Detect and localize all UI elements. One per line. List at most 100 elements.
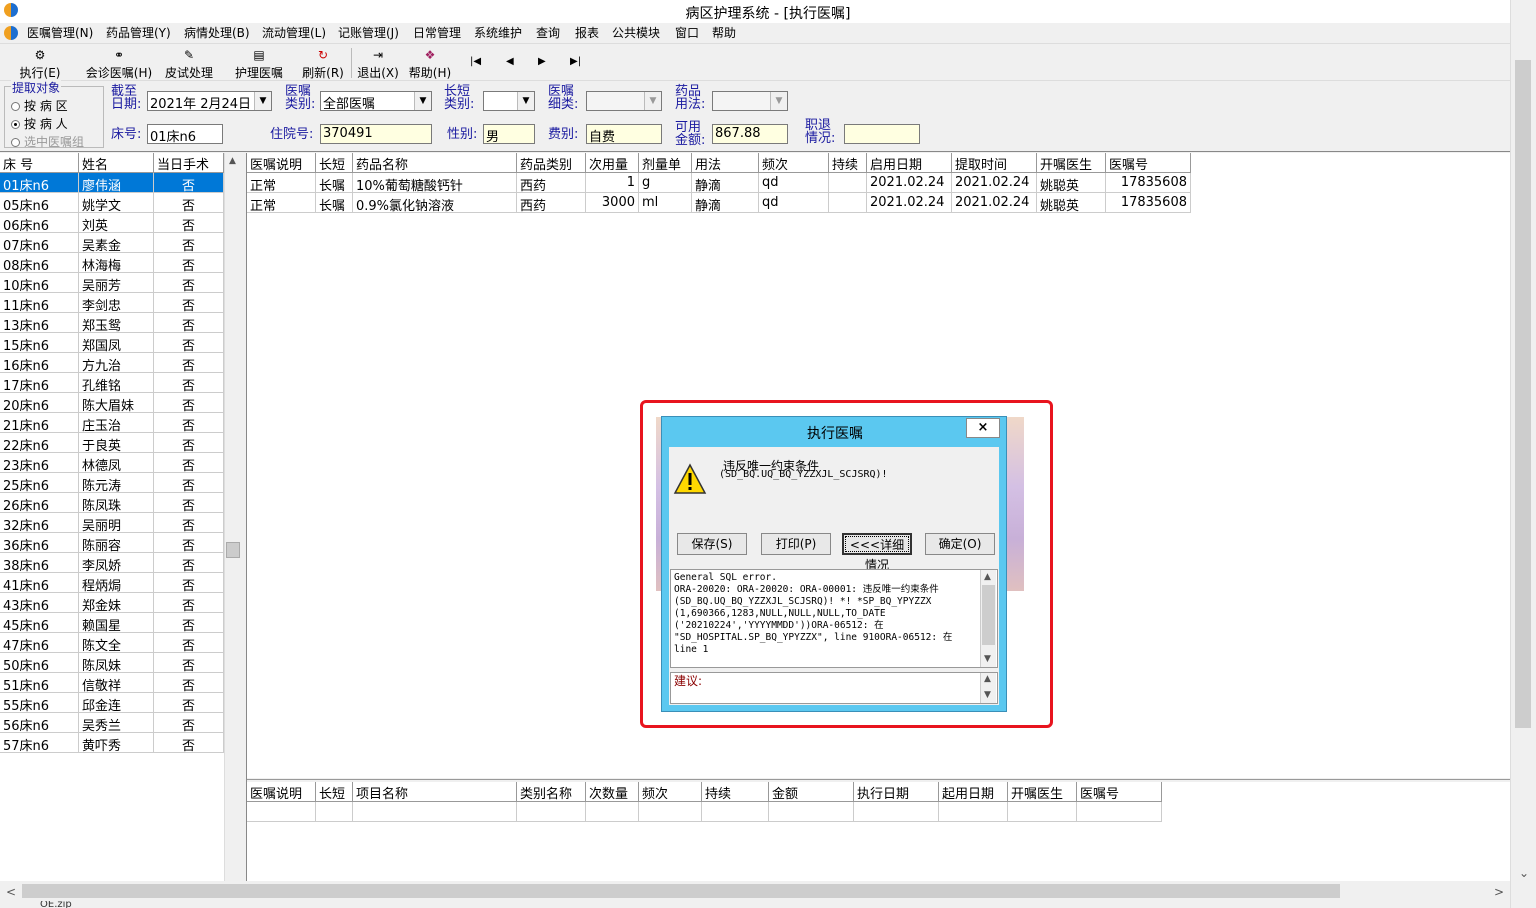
table-cell[interactable]: 陈丽容 bbox=[79, 533, 154, 553]
table-cell[interactable]: 26床n6 bbox=[0, 493, 79, 513]
exit-button[interactable]: ⇥ 退出(X) bbox=[354, 47, 402, 81]
menu-window[interactable]: 窗口 bbox=[675, 24, 699, 41]
column-header[interactable]: 频次 bbox=[639, 782, 702, 802]
table-cell[interactable]: 否 bbox=[154, 693, 224, 713]
menu-drugs[interactable]: 药品管理(Y) bbox=[106, 24, 171, 41]
empty-cell[interactable] bbox=[517, 802, 586, 822]
table-cell[interactable]: 廖伟涵 bbox=[79, 173, 154, 193]
table-cell[interactable]: 邱金连 bbox=[79, 693, 154, 713]
menu-help[interactable]: 帮助 bbox=[712, 24, 736, 41]
table-cell[interactable]: 50床n6 bbox=[0, 653, 79, 673]
table-cell[interactable]: 静滴 bbox=[692, 173, 759, 193]
table-cell[interactable]: 否 bbox=[154, 273, 224, 293]
table-cell[interactable]: 08床n6 bbox=[0, 253, 79, 273]
table-cell[interactable]: 否 bbox=[154, 613, 224, 633]
table-cell[interactable]: 正常 bbox=[247, 193, 316, 213]
column-header[interactable]: 床 号 bbox=[0, 153, 79, 173]
empty-cell[interactable] bbox=[247, 802, 316, 822]
table-cell[interactable]: 否 bbox=[154, 533, 224, 553]
table-cell[interactable]: 否 bbox=[154, 353, 224, 373]
table-cell[interactable]: 否 bbox=[154, 453, 224, 473]
menu-condition[interactable]: 病情处理(B) bbox=[184, 24, 250, 41]
table-cell[interactable]: 否 bbox=[154, 553, 224, 573]
column-header[interactable]: 医嘱说明 bbox=[247, 782, 316, 802]
discharge-field[interactable] bbox=[844, 124, 920, 144]
long-short-select[interactable]: ▼ bbox=[483, 91, 535, 111]
table-cell[interactable]: 方九治 bbox=[79, 353, 154, 373]
table-cell[interactable]: 正常 bbox=[247, 173, 316, 193]
scroll-thumb[interactable] bbox=[226, 542, 240, 558]
table-cell[interactable]: 25床n6 bbox=[0, 473, 79, 493]
table-cell[interactable]: 57床n6 bbox=[0, 733, 79, 753]
table-cell[interactable]: 0.9%氯化钠溶液 bbox=[353, 193, 517, 213]
table-cell[interactable]: 36床n6 bbox=[0, 533, 79, 553]
empty-cell[interactable] bbox=[353, 802, 517, 822]
table-cell[interactable]: 西药 bbox=[517, 173, 586, 193]
empty-cell[interactable] bbox=[1008, 802, 1077, 822]
radio-by-patient[interactable]: 按 病 人 bbox=[11, 115, 68, 132]
table-cell[interactable]: 否 bbox=[154, 433, 224, 453]
empty-cell[interactable] bbox=[939, 802, 1008, 822]
table-cell[interactable]: 07床n6 bbox=[0, 233, 79, 253]
window-vertical-scrollbar[interactable]: ⌄ bbox=[1510, 0, 1536, 908]
table-cell[interactable]: 17835608 bbox=[1106, 193, 1191, 213]
table-cell[interactable]: 郑金妹 bbox=[79, 593, 154, 613]
table-cell[interactable]: 否 bbox=[154, 673, 224, 693]
empty-cell[interactable] bbox=[702, 802, 769, 822]
column-header[interactable]: 次用量 bbox=[586, 153, 639, 173]
table-cell[interactable]: 林德凤 bbox=[79, 453, 154, 473]
empty-cell[interactable] bbox=[854, 802, 939, 822]
table-cell[interactable]: 1 bbox=[586, 173, 639, 193]
sex-field[interactable]: 男 bbox=[483, 124, 535, 144]
scroll-up-icon[interactable]: ▲ bbox=[229, 156, 236, 166]
column-header[interactable]: 当日手术 bbox=[154, 153, 224, 173]
table-cell[interactable]: 51床n6 bbox=[0, 673, 79, 693]
table-cell[interactable]: 10床n6 bbox=[0, 273, 79, 293]
radio-by-ward[interactable]: 按 病 区 bbox=[11, 97, 68, 114]
table-cell[interactable]: qd bbox=[759, 193, 829, 213]
table-cell[interactable]: 22床n6 bbox=[0, 433, 79, 453]
column-header[interactable]: 次数量 bbox=[586, 782, 639, 802]
next-record-icon[interactable]: ▶ bbox=[538, 56, 546, 67]
table-cell[interactable]: 吴丽芳 bbox=[79, 273, 154, 293]
empty-cell[interactable] bbox=[586, 802, 639, 822]
table-cell[interactable]: 20床n6 bbox=[0, 393, 79, 413]
menu-public[interactable]: 公共模块 bbox=[612, 24, 660, 41]
empty-cell[interactable] bbox=[1077, 802, 1162, 822]
table-cell[interactable]: 否 bbox=[154, 333, 224, 353]
table-cell[interactable]: 否 bbox=[154, 473, 224, 493]
table-cell[interactable]: 16床n6 bbox=[0, 353, 79, 373]
table-cell[interactable]: 孔维铭 bbox=[79, 373, 154, 393]
table-cell[interactable]: 姚聪英 bbox=[1037, 173, 1106, 193]
menu-billing[interactable]: 记账管理(J) bbox=[338, 24, 399, 41]
table-cell[interactable]: 否 bbox=[154, 493, 224, 513]
table-cell[interactable]: 否 bbox=[154, 593, 224, 613]
table-cell[interactable]: 否 bbox=[154, 313, 224, 333]
table-cell[interactable]: 于良英 bbox=[79, 433, 154, 453]
table-cell[interactable]: 否 bbox=[154, 373, 224, 393]
table-cell[interactable]: 32床n6 bbox=[0, 513, 79, 533]
scroll-down-icon[interactable]: ⌄ bbox=[1519, 866, 1529, 880]
table-cell[interactable]: 刘英 bbox=[79, 213, 154, 233]
help-button[interactable]: ❖ 帮助(H) bbox=[406, 47, 454, 81]
date-picker[interactable]: 2021年 2月24日 ▼ bbox=[147, 91, 272, 111]
table-cell[interactable]: 郑玉鸳 bbox=[79, 313, 154, 333]
table-cell[interactable]: 赖国星 bbox=[79, 613, 154, 633]
column-header[interactable]: 启用日期 bbox=[867, 153, 952, 173]
table-cell[interactable]: 2021.02.24 bbox=[867, 173, 952, 193]
table-cell[interactable]: 47床n6 bbox=[0, 633, 79, 653]
table-cell[interactable]: 否 bbox=[154, 713, 224, 733]
h-scroll-thumb[interactable] bbox=[22, 884, 1340, 898]
menu-query[interactable]: 查询 bbox=[536, 24, 560, 41]
table-cell[interactable]: 李凤娇 bbox=[79, 553, 154, 573]
column-header[interactable]: 项目名称 bbox=[353, 782, 517, 802]
table-cell[interactable]: 吴素金 bbox=[79, 233, 154, 253]
table-cell[interactable]: 2021.02.24 bbox=[952, 193, 1037, 213]
column-header[interactable]: 执行日期 bbox=[854, 782, 939, 802]
v-scroll-thumb[interactable] bbox=[1515, 60, 1531, 728]
table-cell[interactable]: g bbox=[639, 173, 692, 193]
table-cell[interactable]: 17835608 bbox=[1106, 173, 1191, 193]
table-cell[interactable]: 05床n6 bbox=[0, 193, 79, 213]
column-header[interactable]: 长短 bbox=[316, 782, 353, 802]
usage-select[interactable]: ▼ bbox=[712, 91, 788, 111]
